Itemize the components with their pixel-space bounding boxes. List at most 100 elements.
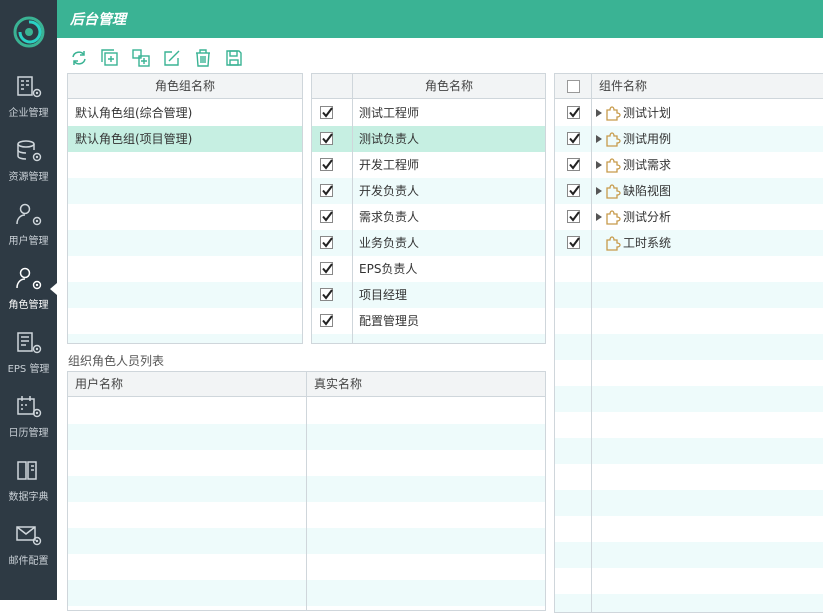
sidebar-item-6[interactable]: 数据字典 (0, 448, 57, 512)
role-checkbox[interactable] (320, 210, 333, 223)
component-name-header: 组件名称 (599, 79, 648, 93)
table-row[interactable] (555, 256, 823, 282)
table-row[interactable] (68, 256, 302, 282)
expand-arrow-icon[interactable] (596, 187, 602, 195)
table-row[interactable]: 测试需求 (555, 152, 823, 178)
role-group-name: 默认角色组(综合管理) (75, 106, 193, 120)
component-name: 缺陷视图 (623, 184, 672, 198)
table-row[interactable]: 开发工程师 (312, 152, 545, 178)
component-checkbox[interactable] (567, 132, 580, 145)
role-checkbox[interactable] (320, 184, 333, 197)
database-gear-icon (16, 140, 41, 162)
table-row[interactable]: 业务负责人 (312, 230, 545, 256)
table-row[interactable] (555, 516, 823, 542)
component-checkbox[interactable] (567, 184, 580, 197)
edit-button[interactable] (161, 47, 183, 69)
copy-button[interactable] (130, 47, 152, 69)
puzzle-icon (606, 210, 621, 225)
table-row[interactable]: 测试工程师 (312, 100, 545, 126)
table-row[interactable]: 开发负责人 (312, 178, 545, 204)
role-checkbox[interactable] (320, 236, 333, 249)
table-row[interactable]: 默认角色组(项目管理) (68, 126, 302, 152)
table-row[interactable]: 测试用例 (555, 126, 823, 152)
sidebar: 企业管理 资源管理 用户管理 角色管理 EPS 管理 日历管理 数据字典 邮件配… (0, 0, 57, 600)
table-row[interactable] (68, 152, 302, 178)
table-row[interactable]: 需求负责人 (312, 204, 545, 230)
sidebar-item-0[interactable]: 企业管理 (0, 64, 57, 128)
table-row[interactable]: 测试负责人 (312, 126, 545, 152)
table-row[interactable] (555, 282, 823, 308)
component-name: 工时系统 (623, 236, 672, 250)
table-row[interactable] (555, 360, 823, 386)
table-row[interactable] (555, 568, 823, 594)
sidebar-item-4[interactable]: EPS 管理 (0, 320, 57, 384)
sidebar-item-7[interactable]: 邮件配置 (0, 512, 57, 576)
component-name: 测试计划 (623, 106, 672, 120)
component-checkbox[interactable] (567, 210, 580, 223)
table-row[interactable]: 缺陷视图 (555, 178, 823, 204)
role-name: 配置管理员 (359, 314, 420, 328)
role-checkbox[interactable] (320, 262, 333, 275)
table-row[interactable] (68, 178, 302, 204)
expand-arrow-icon[interactable] (596, 109, 602, 117)
component-name: 测试分析 (623, 210, 672, 224)
table-row[interactable] (312, 334, 545, 343)
active-indicator (50, 283, 57, 295)
sidebar-item-3[interactable]: 角色管理 (0, 256, 57, 320)
table-row[interactable] (68, 334, 302, 343)
table-row[interactable]: 项目经理 (312, 282, 545, 308)
eps-gear-icon (16, 332, 41, 354)
role-name: 测试工程师 (359, 106, 420, 120)
table-row[interactable] (555, 308, 823, 334)
refresh-button[interactable] (68, 47, 90, 69)
role-group-grid: 角色组名称 默认角色组(综合管理) 默认角色组(项目管理) (67, 73, 303, 344)
role-gear-icon (15, 267, 41, 290)
grid-header: 角色组名称 (68, 74, 302, 99)
refresh-icon (72, 51, 86, 65)
component-name: 测试用例 (623, 132, 672, 146)
expand-arrow-icon[interactable] (596, 213, 602, 221)
table-row[interactable]: EPS负责人 (312, 256, 545, 282)
mail-gear-icon (15, 526, 41, 546)
component-checkbox[interactable] (567, 158, 580, 171)
table-row[interactable] (555, 542, 823, 568)
sidebar-item-5[interactable]: 日历管理 (0, 384, 57, 448)
role-checkbox[interactable] (320, 132, 333, 145)
table-row[interactable] (555, 594, 823, 612)
table-row[interactable] (68, 204, 302, 230)
role-name: 开发工程师 (359, 158, 420, 172)
table-row[interactable] (555, 412, 823, 438)
role-checkbox[interactable] (320, 314, 333, 327)
expand-arrow-icon[interactable] (596, 161, 602, 169)
component-checkbox[interactable] (567, 236, 580, 249)
table-row[interactable] (68, 308, 302, 334)
table-row[interactable]: 配置管理员 (312, 308, 545, 334)
add-button[interactable] (99, 47, 121, 69)
delete-button[interactable] (192, 47, 214, 69)
grid-header: 组件名称 (555, 74, 823, 99)
table-row[interactable]: 默认角色组(综合管理) (68, 100, 302, 126)
building-gear-icon (16, 76, 41, 98)
role-name: 测试负责人 (359, 132, 420, 146)
table-row[interactable] (555, 464, 823, 490)
table-row[interactable] (555, 334, 823, 360)
table-row[interactable]: 工时系统 (555, 230, 823, 256)
table-row[interactable]: 测试计划 (555, 100, 823, 126)
role-checkbox[interactable] (320, 288, 333, 301)
table-row[interactable] (68, 230, 302, 256)
component-name: 测试需求 (623, 158, 672, 172)
sidebar-item-2[interactable]: 用户管理 (0, 192, 57, 256)
component-checkbox[interactable] (567, 106, 580, 119)
save-button[interactable] (223, 47, 245, 69)
expand-arrow-icon[interactable] (596, 135, 602, 143)
sidebar-item-1[interactable]: 资源管理 (0, 128, 57, 192)
table-row[interactable] (555, 490, 823, 516)
calendar-gear-icon (16, 396, 41, 418)
table-row[interactable] (555, 438, 823, 464)
table-row[interactable] (555, 386, 823, 412)
table-row[interactable] (68, 282, 302, 308)
table-row[interactable]: 测试分析 (555, 204, 823, 230)
select-all-checkbox[interactable] (567, 80, 580, 93)
role-checkbox[interactable] (320, 106, 333, 119)
role-checkbox[interactable] (320, 158, 333, 171)
